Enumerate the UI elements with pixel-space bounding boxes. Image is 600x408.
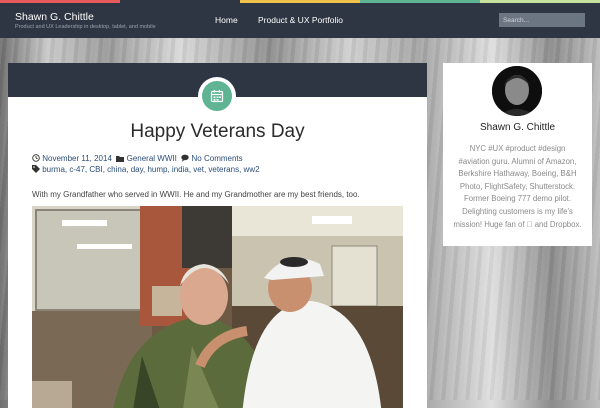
clock-icon (32, 154, 40, 163)
post-tags-row: burma, c-47, CBI, china, day, hump, indi… (32, 165, 260, 174)
post-date-link[interactable]: November 11, 2014 (42, 154, 112, 163)
category-link[interactable]: General WWII (127, 154, 177, 163)
nav-home[interactable]: Home (215, 15, 238, 25)
site-title[interactable]: Shawn G. Chittle (15, 11, 94, 23)
profile-widget: Shawn G. Chittle NYC #UX #product #desig… (443, 63, 592, 246)
top-navigation-bar: Shawn G. Chittle Product and UX Leadersh… (0, 3, 600, 38)
tags-icon (32, 165, 40, 174)
profile-bio: NYC #UX #product #design #aviation guru.… (453, 144, 581, 229)
tag-links[interactable]: burma, c-47, CBI, china, day, hump, indi… (42, 165, 259, 174)
blog-post-card: Happy Veterans Day November 11, 2014 Gen… (8, 63, 427, 408)
folder-icon (116, 154, 125, 163)
avatar[interactable] (492, 66, 542, 116)
post-format-badge (198, 77, 236, 115)
profile-name: Shawn G. Chittle (479, 122, 556, 133)
post-photo[interactable] (32, 206, 403, 408)
calendar-icon (202, 81, 232, 111)
comments-link[interactable]: No Comments (192, 154, 243, 163)
nav-portfolio[interactable]: Product & UX Portfolio (258, 15, 343, 25)
post-meta-row: November 11, 2014 General WWII No Commen… (32, 154, 243, 163)
post-title[interactable]: Happy Veterans Day (8, 121, 427, 143)
comment-icon (181, 154, 189, 163)
photo-illustration (32, 206, 403, 408)
search-input[interactable] (499, 13, 585, 27)
avatar-portrait (492, 66, 542, 116)
post-excerpt: With my Grandfather who served in WWII. … (32, 190, 360, 199)
site-tagline: Product and UX Leadership in desktop, ta… (15, 24, 156, 30)
